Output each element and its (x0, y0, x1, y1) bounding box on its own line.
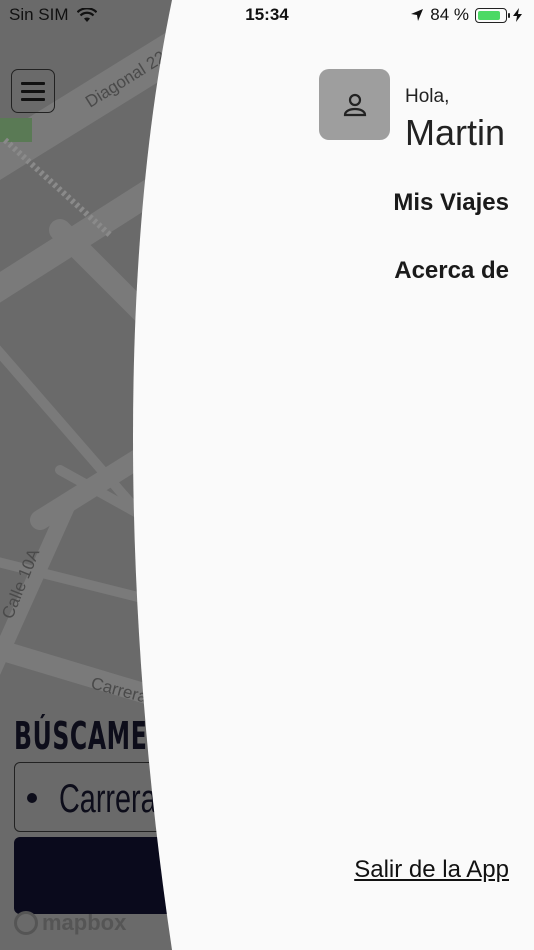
user-name: Martin (405, 112, 506, 153)
avatar[interactable] (319, 69, 390, 140)
menu-item-acerca-de[interactable]: Acerca de (394, 257, 509, 285)
battery-level (478, 10, 500, 20)
menu-item-mis-viajes[interactable]: Mis Viajes (393, 189, 509, 217)
status-bar: Sin SIM 15:34 84 % (0, 0, 534, 30)
charging-bolt-icon (513, 8, 522, 22)
logout-link[interactable]: Salir de la App (354, 856, 509, 884)
greeting: Hola, (405, 86, 450, 107)
user-icon (343, 93, 366, 116)
location-arrow-icon (411, 9, 424, 21)
battery-percent: 84 % (430, 5, 469, 24)
battery-icon (475, 7, 510, 23)
